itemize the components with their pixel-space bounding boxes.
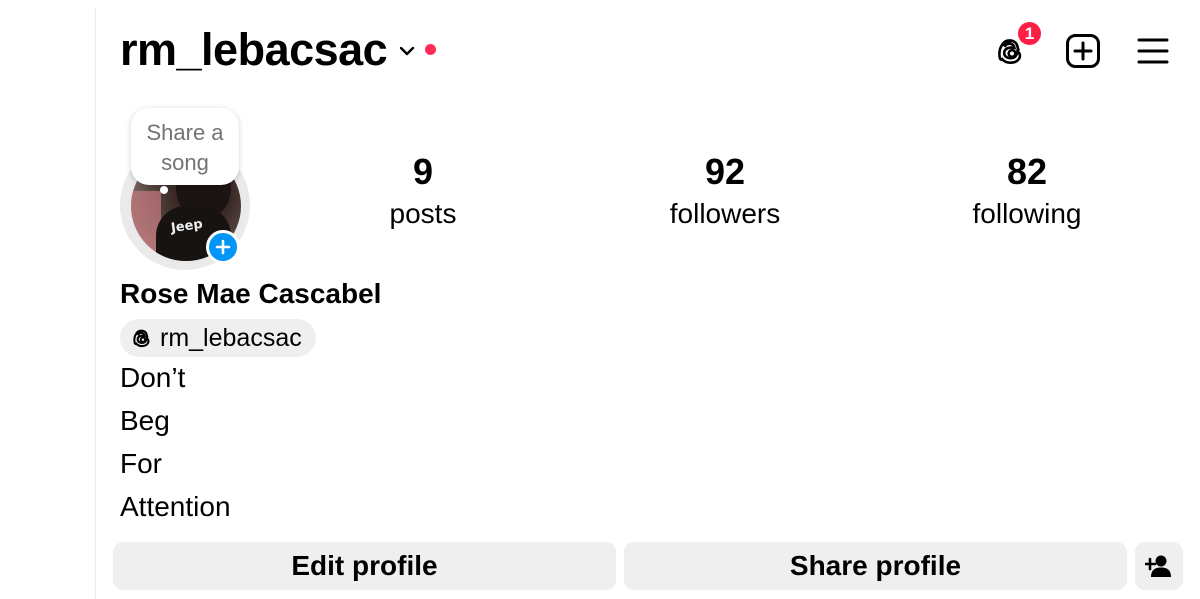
share-profile-button[interactable]: Share profile xyxy=(624,542,1127,590)
following-stat[interactable]: 82 following xyxy=(927,150,1127,234)
add-story-button[interactable] xyxy=(206,230,240,264)
posts-count: 9 xyxy=(412,151,434,192)
threads-icon xyxy=(133,329,150,348)
hamburger-menu-icon xyxy=(1137,38,1169,64)
chevron-down-icon[interactable] xyxy=(398,42,416,60)
left-divider xyxy=(95,8,96,599)
edit-profile-button[interactable]: Edit profile xyxy=(113,542,616,590)
bio-line: Don’t xyxy=(120,362,186,393)
posts-stat[interactable]: 9 posts xyxy=(323,150,523,234)
note-bubble-tail xyxy=(160,186,168,194)
followers-label: followers xyxy=(669,198,781,229)
following-label: following xyxy=(972,198,1082,229)
bio-line: For xyxy=(120,448,162,479)
note-bubble[interactable]: Share a song xyxy=(131,108,239,185)
username-switcher[interactable]: rm_lebacsac xyxy=(120,24,388,76)
bio-line: Beg xyxy=(120,405,170,436)
bio-line: Attention xyxy=(120,491,231,522)
add-user-icon xyxy=(1145,555,1171,577)
plus-square-icon xyxy=(1066,34,1100,68)
create-button[interactable] xyxy=(1064,32,1102,70)
account-notification-dot xyxy=(425,44,436,55)
followers-stat[interactable]: 92 followers xyxy=(625,150,825,234)
following-count: 82 xyxy=(1006,151,1048,192)
menu-button[interactable] xyxy=(1134,32,1172,70)
threads-handle: rm_lebacsac xyxy=(160,323,302,352)
full-name: Rose Mae Cascabel xyxy=(120,278,382,309)
followers-count: 92 xyxy=(704,151,746,192)
plus-icon xyxy=(215,239,231,255)
discover-people-button[interactable] xyxy=(1135,542,1183,590)
threads-notification-badge: 1 xyxy=(1016,20,1043,47)
posts-label: posts xyxy=(389,198,457,229)
threads-profile-link[interactable]: rm_lebacsac xyxy=(120,319,316,357)
